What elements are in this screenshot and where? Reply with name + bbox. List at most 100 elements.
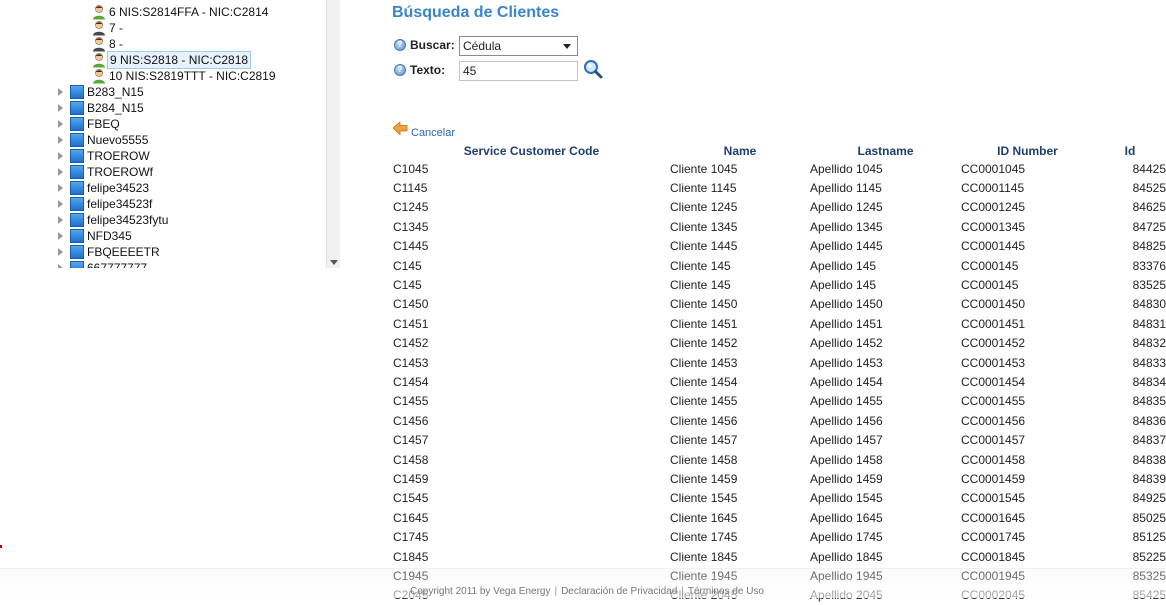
cell-id: 84831 [1132, 316, 1166, 331]
cell-code: C1645 [393, 510, 429, 525]
expand-arrow-icon[interactable] [58, 232, 63, 240]
folder-icon [70, 117, 84, 131]
cell-name: Cliente 1645 [670, 510, 738, 525]
cell-lastname: Apellido 1453 [810, 355, 883, 370]
table-row[interactable]: C1445 Cliente 1445 Apellido 1445 CC0001445 8… [393, 237, 1166, 256]
folder-icon [70, 149, 84, 163]
table-row[interactable]: C1458 Cliente 1458 Apellido 1458 CC0001458 8… [393, 450, 1166, 469]
table-row[interactable]: C1045 Cliente 1045 Apellido 1045 CC0001045 8… [393, 159, 1166, 178]
person-green-icon [93, 5, 105, 20]
scroll-down-arrow-icon[interactable] [330, 260, 338, 265]
folder-icon [70, 261, 84, 268]
tree-node-label: NFD345 [87, 229, 132, 243]
cell-id: 84725 [1132, 219, 1166, 234]
cell-id: 84838 [1132, 452, 1166, 467]
tree-node-label: 667777777 [87, 261, 148, 268]
tree-child-label: 7 - [109, 21, 124, 35]
table-row[interactable]: C1456 Cliente 1456 Apellido 1456 CC0001456 8… [393, 411, 1166, 430]
buscar-select[interactable]: Cédula [459, 36, 578, 56]
cell-id: 83525 [1132, 278, 1166, 293]
expand-arrow-icon[interactable] [58, 264, 63, 268]
cell-name: Cliente 1450 [670, 297, 738, 312]
table-row[interactable]: C145 Cliente 145 Apellido 145 CC000145 83376 [393, 256, 1166, 275]
cell-name: Cliente 1845 [670, 549, 738, 564]
expand-arrow-icon[interactable] [58, 168, 63, 176]
table-row[interactable]: C1454 Cliente 1454 Apellido 1454 CC0001454 8… [393, 372, 1166, 391]
cell-id: 84525 [1132, 181, 1166, 196]
expand-arrow-icon[interactable] [58, 88, 63, 96]
table-row[interactable]: C145 Cliente 145 Apellido 145 CC000145 83525 [393, 275, 1166, 294]
header-id-number[interactable]: ID Number [961, 143, 1094, 159]
cell-id: 84836 [1132, 413, 1166, 428]
texto-label: Texto: [410, 63, 446, 77]
table-row[interactable]: C1453 Cliente 1453 Apellido 1453 CC0001453 8… [393, 353, 1166, 372]
header-id[interactable]: Id [1094, 143, 1166, 159]
expand-arrow-icon[interactable] [58, 152, 63, 160]
results-body: C1045 Cliente 1045 Apellido 1045 CC0001045 8… [393, 159, 1166, 605]
table-row[interactable]: C1345 Cliente 1345 Apellido 1345 CC0001345 8… [393, 217, 1166, 236]
table-row[interactable]: C1145 Cliente 1145 Apellido 1145 CC0001145 8… [393, 178, 1166, 197]
cell-id: 85125 [1132, 530, 1166, 545]
tree-scrollbar[interactable] [326, 0, 340, 268]
expand-arrow-icon[interactable] [58, 216, 63, 224]
table-row[interactable]: C1452 Cliente 1452 Apellido 1452 CC0001452 8… [393, 334, 1166, 353]
expand-arrow-icon[interactable] [58, 136, 63, 144]
expand-arrow-icon[interactable] [58, 184, 63, 192]
cell-name: Cliente 145 [670, 278, 731, 293]
cell-id: 84837 [1132, 433, 1166, 448]
expand-arrow-icon[interactable] [58, 248, 63, 256]
help-icon[interactable]: ? [394, 64, 406, 76]
cell-id: 84839 [1132, 471, 1166, 486]
cell-name: Cliente 1145 [670, 181, 737, 196]
tree-node-label: Nuevo5555 [87, 133, 149, 147]
cell-id-number: CC0001645 [961, 510, 1026, 525]
cell-code: C1045 [393, 161, 429, 176]
person-dark-icon [93, 37, 105, 52]
header-lastname[interactable]: Lastname [810, 143, 961, 159]
folder-icon [70, 165, 84, 179]
cell-code: C1445 [393, 239, 429, 254]
cell-name: Cliente 1245 [670, 200, 738, 215]
cell-id: 84425 [1132, 161, 1166, 176]
footer-terms-link[interactable]: Términos de Uso [688, 586, 764, 597]
expand-arrow-icon[interactable] [58, 200, 63, 208]
cell-code: C1450 [393, 297, 429, 312]
help-icon[interactable]: ? [394, 39, 406, 51]
table-row[interactable]: C1457 Cliente 1457 Apellido 1457 CC0001457 8… [393, 430, 1166, 449]
cell-code: C1452 [393, 336, 429, 351]
expand-arrow-icon[interactable] [58, 104, 63, 112]
cell-lastname: Apellido 1245 [810, 200, 883, 215]
footer-privacy-link[interactable]: Declaración de Privacidad [561, 586, 677, 597]
texto-input[interactable] [459, 61, 578, 81]
table-row[interactable]: C1245 Cliente 1245 Apellido 1245 CC0001245 8… [393, 198, 1166, 217]
cell-id-number: CC0001545 [961, 491, 1026, 506]
cell-id-number: CC0001454 [961, 374, 1026, 389]
table-row[interactable]: C1459 Cliente 1459 Apellido 1459 CC0001459 8… [393, 469, 1166, 488]
cell-id-number: CC0001450 [961, 297, 1026, 312]
table-row[interactable]: C1451 Cliente 1451 Apellido 1451 CC0001451 8… [393, 314, 1166, 333]
person-dark-icon [93, 21, 105, 36]
cell-lastname: Apellido 1745 [810, 530, 883, 545]
cell-code: C1458 [393, 452, 429, 467]
header-name[interactable]: Name [670, 143, 810, 159]
person-green-icon [93, 69, 105, 84]
header-service-customer-code[interactable]: Service Customer Code [393, 143, 670, 159]
table-row[interactable]: C1455 Cliente 1455 Apellido 1455 CC0001455 8… [393, 392, 1166, 411]
cell-id-number: CC0001457 [961, 433, 1026, 448]
cell-code: C1457 [393, 433, 429, 448]
search-icon[interactable] [583, 59, 603, 79]
back-arrow-icon [393, 122, 408, 136]
cancel-link[interactable]: Cancelar [411, 127, 455, 139]
expand-arrow-icon[interactable] [58, 120, 63, 128]
table-row[interactable]: C1450 Cliente 1450 Apellido 1450 CC0001450 8… [393, 295, 1166, 314]
cell-lastname: Apellido 1145 [810, 181, 882, 196]
cell-name: Cliente 1345 [670, 219, 738, 234]
cell-name: Cliente 1457 [670, 433, 738, 448]
footer-separator: | [554, 586, 558, 597]
table-row[interactable]: C1745 Cliente 1745 Apellido 1745 CC0001745 8… [393, 527, 1166, 546]
cell-lastname: Apellido 1345 [810, 219, 883, 234]
table-row[interactable]: C1545 Cliente 1545 Apellido 1545 CC0001545 8… [393, 489, 1166, 508]
cell-id-number: CC0001045 [961, 161, 1026, 176]
table-row[interactable]: C1645 Cliente 1645 Apellido 1645 CC0001645 8… [393, 508, 1166, 527]
table-row[interactable]: C1845 Cliente 1845 Apellido 1845 CC0001845 8… [393, 547, 1166, 566]
